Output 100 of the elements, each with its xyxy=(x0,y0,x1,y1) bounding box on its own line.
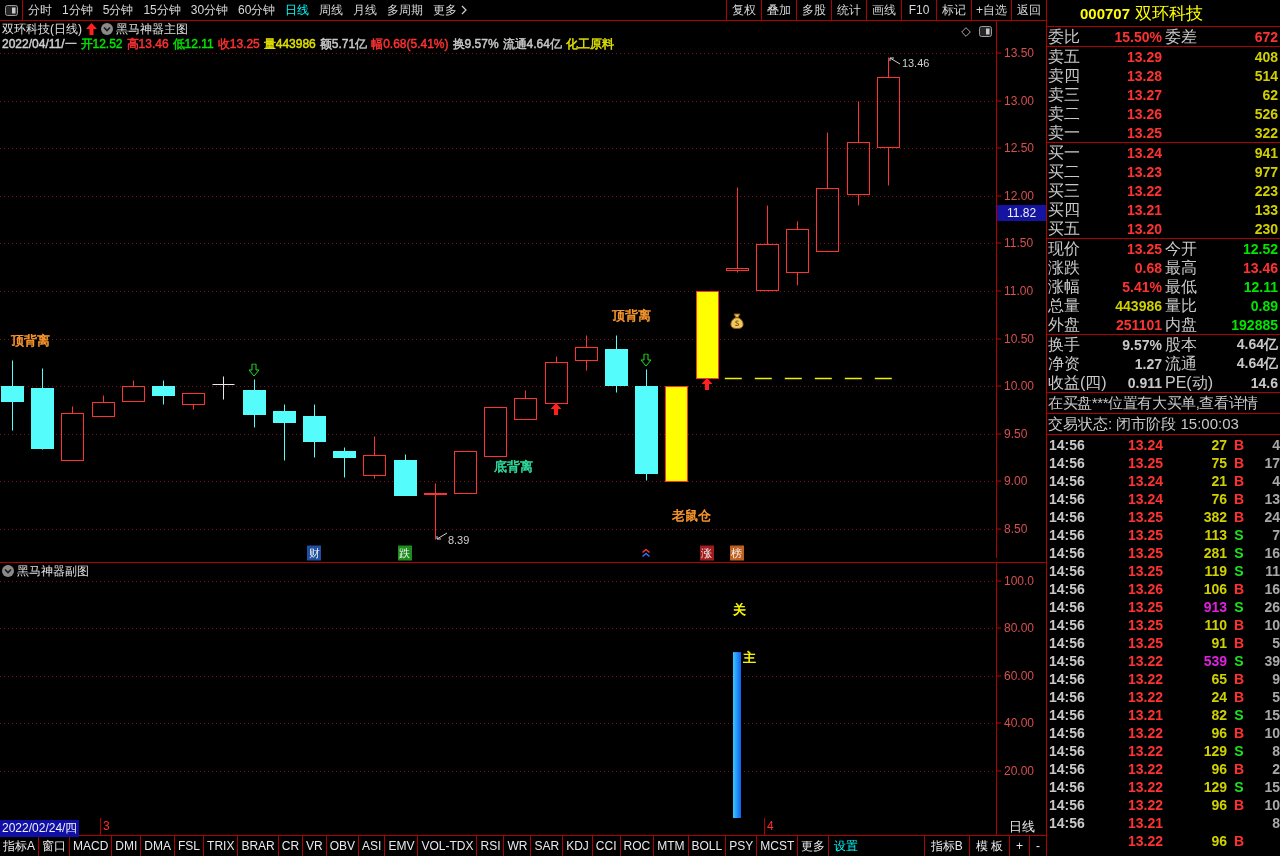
trading-status: 交易状态: 闭市阶段 15:00:03 xyxy=(1048,414,1239,434)
indicator-tab[interactable]: MACD xyxy=(70,836,113,856)
period-tab[interactable]: 5分钟 xyxy=(97,0,139,20)
quote-label: 涨幅 xyxy=(1048,277,1080,296)
trade-side: B xyxy=(1233,509,1245,525)
trade-volume: 96 xyxy=(1211,761,1227,777)
chevron-down-icon xyxy=(2,565,14,577)
period-tab[interactable]: 1分钟 xyxy=(57,0,98,20)
trade-volume: 129 xyxy=(1203,743,1227,759)
axis-label: 100.0 xyxy=(997,574,1035,588)
signal-label: 关 xyxy=(733,601,747,617)
bid-label: 买五 xyxy=(1048,219,1080,238)
bid-volume: 223 xyxy=(1254,182,1278,199)
quote-label: 今开 xyxy=(1164,239,1197,258)
trade-side: B xyxy=(1233,689,1245,705)
trade-count: 10 xyxy=(1264,725,1280,741)
axis-label: 40.00 xyxy=(997,716,1035,730)
indicator-tab[interactable]: VOL-TDX xyxy=(418,836,478,856)
trade-time: 14:56 xyxy=(1049,671,1085,687)
quote-value: 443986 xyxy=(1115,297,1162,314)
trade-price: 13.22 xyxy=(1127,761,1163,777)
trade-volume: 96 xyxy=(1211,725,1227,741)
ask-label: 卖三 xyxy=(1048,85,1080,104)
quote-value: 14.6 xyxy=(1250,374,1278,391)
indicator-tab[interactable]: WR xyxy=(504,836,532,856)
more-menu-button[interactable]: 更多 xyxy=(428,0,473,20)
ask-price: 13.29 xyxy=(1126,48,1162,65)
quote-value: 672 xyxy=(1254,28,1278,45)
quote-value: 0.911 xyxy=(1127,374,1162,391)
ask-label: 卖二 xyxy=(1048,104,1080,123)
trade-time: 14:56 xyxy=(1049,545,1085,561)
trade-price: 13.25 xyxy=(1127,563,1163,579)
period-tab[interactable]: 30分钟 xyxy=(185,0,234,20)
trade-count: 5 xyxy=(1272,635,1280,651)
trade-count: 16 xyxy=(1264,545,1280,561)
indicator-tab[interactable]: VR xyxy=(303,836,327,856)
axis-label: 9.00 xyxy=(997,474,1028,488)
trade-volume: 382 xyxy=(1203,509,1227,525)
stock-name: 双环科技 xyxy=(1135,2,1204,25)
trade-volume: 106 xyxy=(1203,581,1227,597)
trade-count: 2 xyxy=(1272,761,1280,777)
trade-volume: 539 xyxy=(1203,653,1227,669)
period-tab[interactable]: 日线 xyxy=(280,0,315,20)
period-tab[interactable]: 60分钟 xyxy=(233,0,281,20)
axis-label: 60.00 xyxy=(997,669,1035,683)
trade-volume: 913 xyxy=(1203,599,1227,615)
axis-label: 13.00 xyxy=(997,94,1035,108)
trade-side: B xyxy=(1233,635,1245,651)
ask-label: 卖四 xyxy=(1048,66,1080,85)
trade-side: B xyxy=(1233,473,1245,489)
quote-label: 涨跌 xyxy=(1048,258,1080,277)
trade-volume: 24 xyxy=(1211,689,1227,705)
indicator-tab[interactable]: ASI xyxy=(359,836,386,856)
ask-volume: 322 xyxy=(1254,124,1278,141)
period-button[interactable]: 日线 xyxy=(1006,818,1037,835)
trade-count: 11 xyxy=(1265,563,1280,579)
period-tab[interactable]: 周线 xyxy=(314,0,349,20)
period-tab[interactable]: 月线 xyxy=(348,0,383,20)
trade-time: 14:56 xyxy=(1049,707,1085,723)
indicator-tab[interactable]: TRIX xyxy=(204,836,239,856)
quote-label: 股本 xyxy=(1164,335,1197,354)
bid-price: 13.21 xyxy=(1126,201,1162,218)
bid-label: 买四 xyxy=(1048,200,1080,219)
ask-volume: 408 xyxy=(1254,48,1278,65)
month-label: 3 xyxy=(100,818,110,835)
axis-label: 10.00 xyxy=(997,379,1035,393)
trade-count: 7 xyxy=(1272,527,1280,543)
trade-volume: 91 xyxy=(1211,635,1227,651)
ask-volume: 526 xyxy=(1254,105,1278,122)
trade-count: 24 xyxy=(1264,509,1280,525)
trade-side: B xyxy=(1233,797,1245,813)
quote-label: 外盘 xyxy=(1048,315,1080,334)
trade-volume: 27 xyxy=(1211,437,1227,453)
trade-side: S xyxy=(1234,779,1244,795)
trade-side: S xyxy=(1234,707,1244,723)
trade-side: S xyxy=(1234,743,1244,759)
trade-volume: 76 xyxy=(1211,491,1227,507)
quote-value: 4.64亿 xyxy=(1236,335,1278,354)
indicator-tab[interactable]: 更多 xyxy=(798,836,830,856)
period-tab[interactable]: 多周期 xyxy=(382,0,429,20)
indicator-selector[interactable]: 黑马神器副图 xyxy=(2,564,89,578)
period-tab[interactable]: 15分钟 xyxy=(138,0,186,20)
trade-volume: 21 xyxy=(1211,473,1227,489)
quote-value: 251101 xyxy=(1116,316,1162,333)
axis-label: 13.50 xyxy=(997,46,1035,60)
period-tab[interactable]: 分时 xyxy=(23,0,57,20)
axis-label: 11.00 xyxy=(997,284,1034,298)
bid-price: 13.23 xyxy=(1126,163,1162,180)
trade-price: 13.21 xyxy=(1127,815,1163,831)
trade-time: 14:56 xyxy=(1049,635,1085,651)
trade-price: 13.22 xyxy=(1127,671,1163,687)
trade-volume: 110 xyxy=(1204,617,1227,633)
indicator-tab[interactable]: FSL xyxy=(175,836,205,856)
notice-link[interactable]: 在买盘***位置有大买单,查看详情 xyxy=(1048,393,1258,413)
trade-time: 14:56 xyxy=(1049,563,1085,579)
quote-value: 0.68 xyxy=(1134,259,1162,276)
indicator-tab[interactable]: 指标A xyxy=(0,836,39,856)
quote-label: 净资 xyxy=(1048,354,1080,373)
trade-time: 14:56 xyxy=(1049,617,1085,633)
quote-value: 4.64亿 xyxy=(1236,354,1278,373)
